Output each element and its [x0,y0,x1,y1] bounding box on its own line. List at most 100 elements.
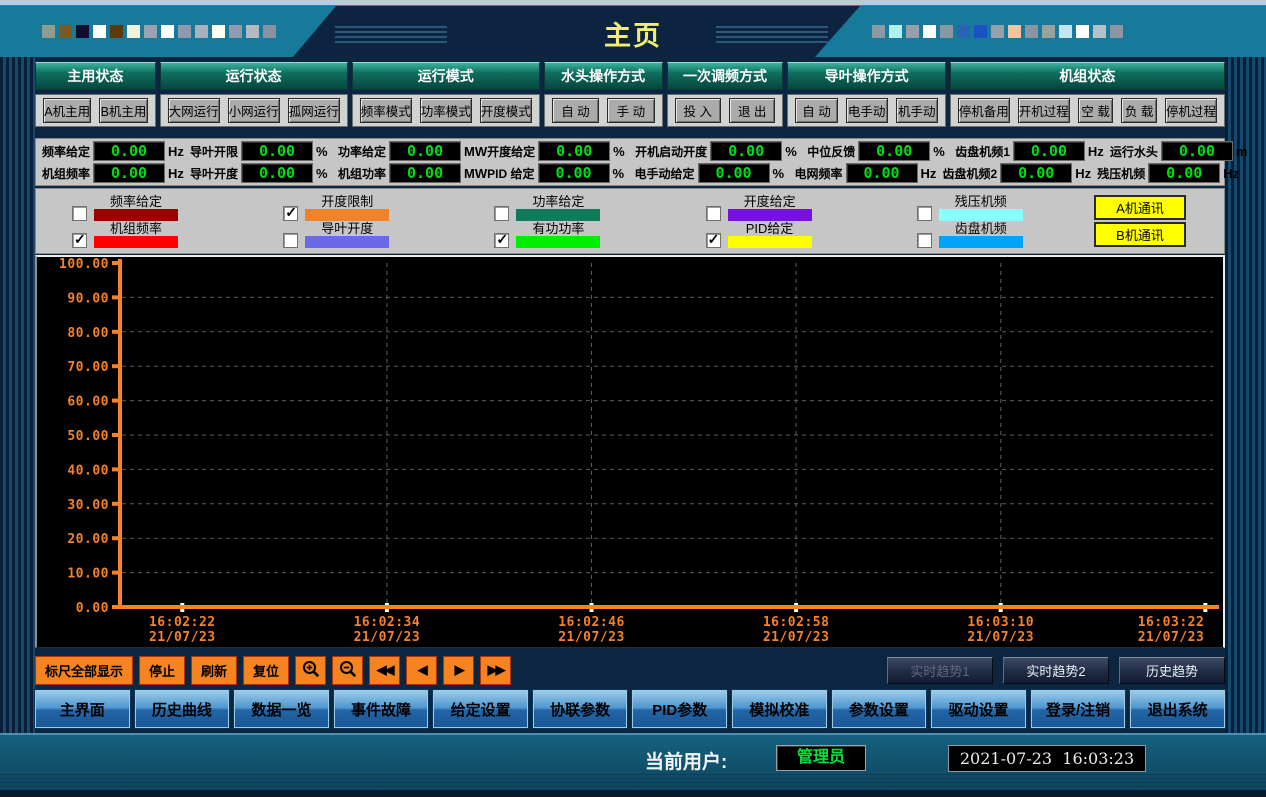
nav-main-screen[interactable]: 主界面 [35,690,130,728]
b-unit-comm-button[interactable]: B机通讯 [1094,222,1186,247]
realtime-trend2-button[interactable]: 实时趋势2 [1003,657,1109,684]
zoom-out-button[interactable] [332,656,363,685]
legend-checkbox-opening-limit[interactable] [283,206,298,221]
btn-a-unit-master[interactable]: A机主用 [43,98,91,123]
meas-label: 导叶开度 [190,165,238,182]
legend-checkbox-gear-freq[interactable] [917,233,932,248]
fast-backward-button[interactable]: ◀◀ [369,656,400,685]
meas-unit: % [316,144,338,159]
nav-pid-parameters[interactable]: PID参数 [632,690,727,728]
nav-login-logout[interactable]: 登录/注销 [1031,690,1126,728]
btn-startup-process[interactable]: 开机过程 [1018,98,1070,123]
btn-load[interactable]: 负 载 [1121,98,1157,123]
meas-unit: m [1236,144,1258,159]
legend-checkbox-opening-setpoint[interactable] [706,206,721,221]
fast-backward-icon: ◀◀ [377,662,393,678]
btn-opening-mode[interactable]: 开度模式 [480,98,532,123]
legend-label: 开度给定 [744,194,796,209]
legend-checkbox-freq-setpoint[interactable] [72,206,87,221]
nav-history-curve[interactable]: 历史曲线 [135,690,230,728]
step-backward-button[interactable]: ◀ [406,656,437,685]
btn-gv-auto[interactable]: 自 动 [795,98,837,123]
legend-checkbox-residual-freq[interactable] [917,206,932,221]
btn-pfr-on[interactable]: 投 入 [675,98,721,123]
legend-color-swatch [305,236,389,248]
zoom-out-icon [338,659,358,682]
meas-label: 功率给定 [338,143,386,160]
datetime-display: 2021-07-23 16:03:23 [948,745,1146,772]
nav-cam-parameters[interactable]: 协联参数 [533,690,628,728]
svg-text:0.00: 0.00 [76,601,109,616]
window-bottom-strip [0,790,1266,797]
content-area: 主用状态 A机主用 B机主用 运行状态 大网运行 小网运行 孤网运行 运行模式 … [35,57,1225,733]
svg-text:21/07/23: 21/07/23 [354,630,421,645]
btn-small-grid-run[interactable]: 小网运行 [228,98,280,123]
svg-text:30.00: 30.00 [67,498,109,513]
btn-shutdown-process[interactable]: 停机过程 [1165,98,1217,123]
zoom-in-button[interactable] [295,656,326,685]
header-master-status: 主用状态 [35,62,156,90]
reset-button[interactable]: 复位 [243,656,289,685]
btn-frequency-mode[interactable]: 频率模式 [360,98,412,123]
step-forward-button[interactable]: ▶ [443,656,474,685]
left-frame-decor [0,57,35,733]
meas-unit: % [785,144,807,159]
meas-label: 开机启动开度 [635,143,707,160]
btn-head-auto[interactable]: 自 动 [552,98,599,123]
svg-text:70.00: 70.00 [67,360,109,375]
nav-data-overview[interactable]: 数据一览 [234,690,329,728]
meas-unit: % [613,166,635,181]
nav-event-fault[interactable]: 事件故障 [334,690,429,728]
legend-checkbox-power-setpoint[interactable] [494,206,509,221]
btn-no-load[interactable]: 空 载 [1078,98,1114,123]
header-run-status: 运行状态 [160,62,348,90]
panel-guide-vane-operation: 自 动 电手动 机手动 [787,94,945,127]
stop-button[interactable]: 停止 [139,656,185,685]
trend-chart-plot: 100.0090.0080.0070.0060.0050.0040.0030.0… [37,257,1223,647]
meas-label: 开度给定 [487,143,535,160]
refresh-button[interactable]: 刷新 [191,656,237,685]
btn-pfr-off[interactable]: 退 出 [729,98,775,123]
nav-parameter-settings[interactable]: 参数设置 [832,690,927,728]
svg-text:16:03:10: 16:03:10 [967,615,1034,630]
legend-label: 机组频率 [110,221,162,236]
legend-checkbox-pid-setpoint[interactable] [706,233,721,248]
meas-label: 齿盘机频1 [955,143,1010,160]
btn-head-manual[interactable]: 手 动 [607,98,654,123]
legend-label: 频率给定 [110,194,162,209]
measurement-row-1: 频率给定0.00Hz 导叶开限0.00% 功率给定0.00MW 开度给定0.00… [36,141,1224,161]
legend-checkbox-gv-opening[interactable] [283,233,298,248]
ruler-show-all-button[interactable]: 标尺全部显示 [35,656,133,685]
meas-value-display: 0.00 [1161,141,1233,161]
nav-setpoint-settings[interactable]: 给定设置 [433,690,528,728]
btn-gv-mechanical-manual[interactable]: 机手动 [896,98,938,123]
meas-unit: MW [464,166,487,181]
meas-unit: Hz [921,166,943,181]
legend-checkbox-active-power[interactable] [494,233,509,248]
measurement-strip: 频率给定0.00Hz 导叶开限0.00% 功率给定0.00MW 开度给定0.00… [35,138,1225,186]
btn-isolated-grid-run[interactable]: 孤网运行 [288,98,340,123]
history-trend-button[interactable]: 历史趋势 [1119,657,1225,684]
nav-drive-settings[interactable]: 驱动设置 [931,690,1026,728]
meas-label: PID 给定 [487,165,534,182]
a-unit-comm-button[interactable]: A机通讯 [1094,195,1186,220]
svg-text:90.00: 90.00 [67,291,109,306]
realtime-trend1-button[interactable]: 实时趋势1 [887,657,993,684]
current-user-label: 当前用户: [645,747,727,774]
meas-value-display: 0.00 [389,163,461,183]
panel-head-operation: 自 动 手 动 [544,94,663,127]
svg-text:16:02:22: 16:02:22 [149,615,216,630]
btn-standby[interactable]: 停机备用 [958,98,1010,123]
meas-value-display: 0.00 [241,163,313,183]
legend-color-swatch [728,209,812,221]
nav-analog-calibration[interactable]: 模拟校准 [732,690,827,728]
fast-forward-button[interactable]: ▶▶ [480,656,511,685]
btn-b-unit-master[interactable]: B机主用 [99,98,147,123]
nav-exit-system[interactable]: 退出系统 [1130,690,1225,728]
legend-label: 齿盘机频 [955,221,1007,236]
btn-big-grid-run[interactable]: 大网运行 [168,98,220,123]
btn-gv-electric-manual[interactable]: 电手动 [846,98,888,123]
legend-label: 导叶开度 [321,221,373,236]
btn-power-mode[interactable]: 功率模式 [420,98,472,123]
legend-checkbox-unit-freq[interactable] [72,233,87,248]
